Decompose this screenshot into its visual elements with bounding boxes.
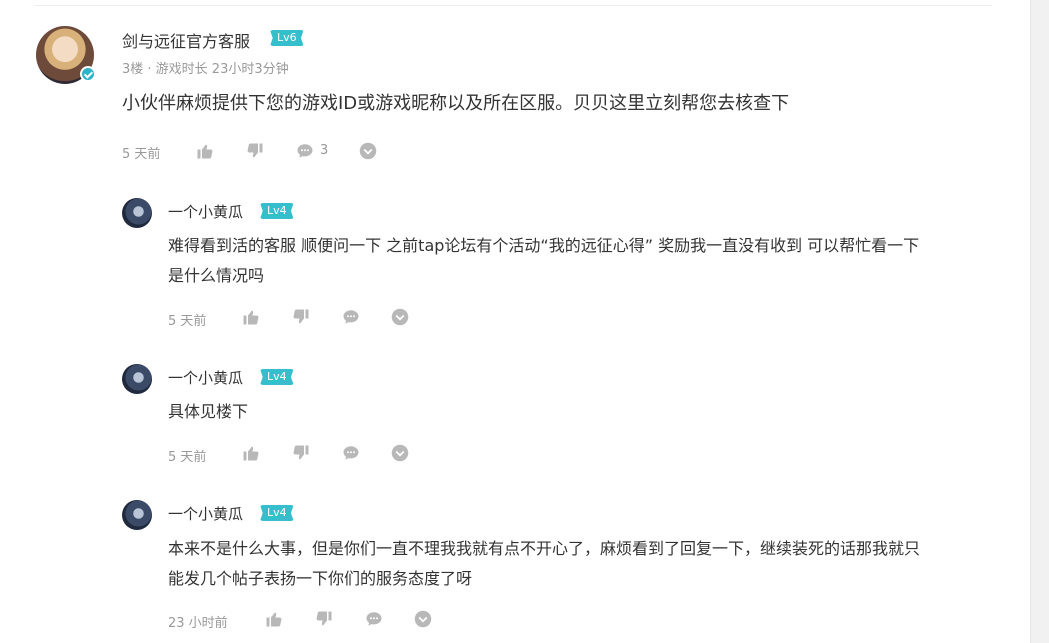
comment-icon bbox=[343, 310, 359, 324]
reply-time: 5 天前 bbox=[168, 450, 207, 465]
dislike-button[interactable] bbox=[246, 142, 264, 160]
level-badge: Lv4 bbox=[260, 203, 294, 219]
reply-count: 3 bbox=[320, 143, 329, 158]
like-button[interactable] bbox=[196, 142, 214, 160]
reply-button[interactable] bbox=[296, 142, 314, 160]
thumbs-up-icon bbox=[243, 310, 259, 325]
thumbs-down-icon bbox=[293, 309, 309, 324]
reply-text-line: 具体见楼下 bbox=[168, 402, 249, 421]
comment-text: 小伙伴麻烦提供下您的游戏ID或游戏昵称以及所在区服。贝贝这里立刻帮您去核查下 bbox=[122, 93, 790, 114]
comment-icon bbox=[297, 144, 313, 158]
chevron-down-icon bbox=[391, 444, 409, 462]
reply-author-name[interactable]: 一个小黄瓜 bbox=[168, 503, 243, 524]
author-name[interactable]: 剑与远征官方客服 bbox=[122, 28, 250, 52]
level-badge: Lv4 bbox=[260, 505, 294, 521]
reply-button[interactable] bbox=[342, 444, 360, 462]
more-button[interactable] bbox=[391, 308, 409, 326]
reply-text-line: 难得看到活的客服 顺便问一下 之前tap论坛有个活动“我的远征心得” 奖励我一直… bbox=[168, 236, 920, 255]
avatar[interactable] bbox=[122, 198, 152, 228]
more-button[interactable] bbox=[359, 142, 377, 160]
like-button[interactable] bbox=[242, 308, 260, 326]
scrollbar[interactable] bbox=[1030, 0, 1049, 643]
more-button[interactable] bbox=[391, 444, 409, 462]
verified-icon bbox=[80, 66, 96, 82]
like-button[interactable] bbox=[242, 444, 260, 462]
level-badge: Lv4 bbox=[260, 369, 294, 385]
reply-author-name[interactable]: 一个小黄瓜 bbox=[168, 201, 243, 222]
dislike-button[interactable] bbox=[315, 610, 333, 628]
thumbs-down-icon bbox=[293, 445, 309, 460]
chevron-down-icon bbox=[414, 610, 432, 628]
top-divider bbox=[35, 5, 992, 6]
dislike-button[interactable] bbox=[292, 444, 310, 462]
comment-icon bbox=[366, 612, 382, 626]
thumbs-up-icon bbox=[266, 612, 282, 627]
reply-author-name[interactable]: 一个小黄瓜 bbox=[168, 367, 243, 388]
reply-time: 23 小时前 bbox=[168, 616, 228, 631]
avatar[interactable] bbox=[122, 500, 152, 530]
like-button[interactable] bbox=[265, 610, 283, 628]
more-button[interactable] bbox=[414, 610, 432, 628]
avatar[interactable] bbox=[122, 364, 152, 394]
thumbs-down-icon bbox=[316, 611, 332, 626]
chevron-down-icon bbox=[391, 308, 409, 326]
comment-icon bbox=[343, 446, 359, 460]
dislike-button[interactable] bbox=[292, 308, 310, 326]
reply-button[interactable] bbox=[342, 308, 360, 326]
reply-text-line: 是什么情况吗 bbox=[168, 266, 265, 285]
comment-meta: 3楼 · 游戏时长 23小时3分钟 bbox=[122, 62, 289, 77]
thumbs-up-icon bbox=[197, 144, 213, 159]
comment-time: 5 天前 bbox=[122, 147, 161, 162]
reply-button[interactable] bbox=[365, 610, 383, 628]
reply-text-line: 本来不是什么大事，但是你们一直不理我我就有点不开心了，麻烦看到了回复一下，继续装… bbox=[168, 539, 921, 558]
chevron-down-icon bbox=[359, 142, 377, 160]
thumbs-up-icon bbox=[243, 446, 259, 461]
thumbs-down-icon bbox=[247, 143, 263, 158]
reply-text-line: 能发几个帖子表扬一下你们的服务态度了呀 bbox=[168, 569, 473, 588]
reply-time: 5 天前 bbox=[168, 314, 207, 329]
level-badge: Lv6 bbox=[270, 30, 304, 46]
